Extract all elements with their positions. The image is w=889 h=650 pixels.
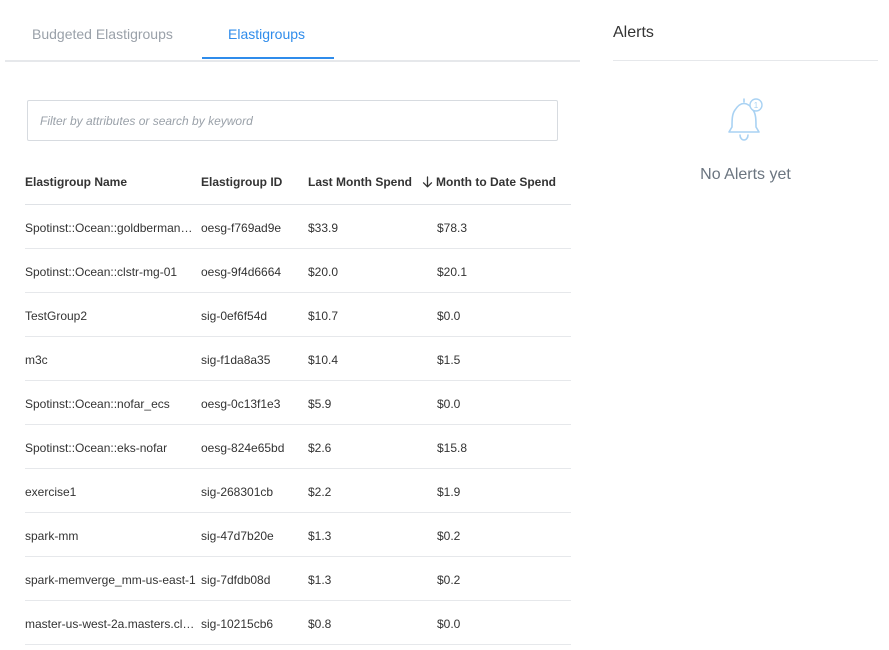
cell-month-to-date-spend: $1.5	[437, 353, 461, 367]
table-header: Elastigroup Name Elastigroup ID Last Mon…	[25, 160, 571, 205]
cell-id: sig-268301cb	[201, 485, 274, 499]
cell-name[interactable]: spark-mm	[25, 529, 199, 543]
column-header-mtd-label: Month to Date Spend	[436, 175, 556, 189]
elastigroups-table: Elastigroup Name Elastigroup ID Last Mon…	[25, 160, 571, 645]
cell-month-to-date-spend: $78.3	[437, 221, 468, 235]
filter-box[interactable]	[27, 100, 558, 141]
cell-name[interactable]: Spotinst::Ocean::eks-nofar	[25, 441, 199, 455]
filter-input[interactable]	[28, 101, 557, 140]
cell-id: sig-47d7b20e	[201, 529, 274, 543]
cell-name[interactable]: Spotinst::Ocean::goldbermanmock	[25, 221, 199, 235]
cell-last-month-spend: $5.9	[308, 397, 332, 411]
elastigroups-panel: Budgeted Elastigroups Elastigroups Elast…	[0, 0, 585, 650]
table-row[interactable]: Spotinst::Ocean::goldbermanmock oesg-f769…	[25, 205, 571, 249]
cell-last-month-spend: $2.2	[308, 485, 332, 499]
column-header-id[interactable]: Elastigroup ID	[201, 175, 305, 189]
column-header-name[interactable]: Elastigroup Name	[25, 175, 199, 189]
cell-last-month-spend: $2.6	[308, 441, 332, 455]
cell-last-month-spend: $20.0	[308, 265, 339, 279]
column-header-month-to-date-spend[interactable]: Month to Date Spend	[422, 175, 556, 191]
cell-id: sig-f1da8a35	[201, 353, 271, 367]
sort-descending-icon	[422, 176, 433, 191]
bell-badge: 1	[754, 101, 759, 110]
cell-name[interactable]: Spotinst::Ocean::nofar_ecs	[25, 397, 199, 411]
cell-id: sig-7dfdb08d	[201, 573, 271, 587]
table-row[interactable]: m3c sig-f1da8a35 $10.4 $1.5	[25, 337, 571, 381]
cell-month-to-date-spend: $0.2	[437, 529, 461, 543]
tab-elastigroups[interactable]: Elastigroups	[228, 26, 305, 42]
cell-month-to-date-spend: $0.2	[437, 573, 461, 587]
bell-icon: 1	[724, 94, 766, 149]
table-row[interactable]: spark-memverge_mm-us-east-1 sig-7dfdb08d $…	[25, 557, 571, 601]
cell-last-month-spend: $10.4	[308, 353, 339, 367]
table-row[interactable]: exercise1 sig-268301cb $2.2 $1.9	[25, 469, 571, 513]
cell-last-month-spend: $0.8	[308, 617, 332, 631]
alerts-panel: Alerts 1 No Alerts yet	[613, 0, 878, 650]
alerts-divider	[613, 60, 878, 61]
cell-month-to-date-spend: $0.0	[437, 617, 461, 631]
table-row[interactable]: Spotinst::Ocean::clstr-mg-01 oesg-9f4d666…	[25, 249, 571, 293]
cell-name[interactable]: TestGroup2	[25, 309, 199, 323]
cell-name[interactable]: m3c	[25, 353, 199, 367]
cell-month-to-date-spend: $0.0	[437, 309, 461, 323]
cell-name[interactable]: exercise1	[25, 485, 199, 499]
tab-budgeted-elastigroups[interactable]: Budgeted Elastigroups	[32, 26, 173, 42]
cell-id: sig-0ef6f54d	[201, 309, 268, 323]
cell-name[interactable]: spark-memverge_mm-us-east-1	[25, 573, 199, 587]
cell-month-to-date-spend: $0.0	[437, 397, 461, 411]
cell-month-to-date-spend: $1.9	[437, 485, 461, 499]
table-body: Spotinst::Ocean::goldbermanmock oesg-f769…	[25, 205, 571, 645]
active-tab-indicator	[202, 57, 334, 59]
cell-last-month-spend: $1.3	[308, 573, 332, 587]
tab-bar: Budgeted Elastigroups Elastigroups	[5, 0, 580, 62]
cell-name[interactable]: Spotinst::Ocean::clstr-mg-01	[25, 265, 199, 279]
table-row[interactable]: TestGroup2 sig-0ef6f54d $10.7 $0.0	[25, 293, 571, 337]
column-header-last-month-spend[interactable]: Last Month Spend	[308, 175, 418, 189]
cell-name[interactable]: master-us-west-2a.masters.cluster	[25, 617, 199, 631]
alerts-title: Alerts	[613, 24, 654, 41]
table-row[interactable]: master-us-west-2a.masters.cluster sig-102…	[25, 601, 571, 645]
cell-last-month-spend: $10.7	[308, 309, 339, 323]
cell-id: oesg-f769ad9e	[201, 221, 282, 235]
table-row[interactable]: spark-mm sig-47d7b20e $1.3 $0.2	[25, 513, 571, 557]
cell-month-to-date-spend: $15.8	[437, 441, 468, 455]
cell-id: oesg-9f4d6664	[201, 265, 282, 279]
cell-id: oesg-824e65bd	[201, 441, 285, 455]
table-row[interactable]: Spotinst::Ocean::nofar_ecs oesg-0c13f1e3 $…	[25, 381, 571, 425]
table-row[interactable]: Spotinst::Ocean::eks-nofar oesg-824e65bd $…	[25, 425, 571, 469]
cell-last-month-spend: $1.3	[308, 529, 332, 543]
cell-id: sig-10215cb6	[201, 617, 274, 631]
cell-id: oesg-0c13f1e3	[201, 397, 281, 411]
cell-last-month-spend: $33.9	[308, 221, 339, 235]
cell-month-to-date-spend: $20.1	[437, 265, 468, 279]
no-alerts-message: No Alerts yet	[700, 166, 791, 183]
